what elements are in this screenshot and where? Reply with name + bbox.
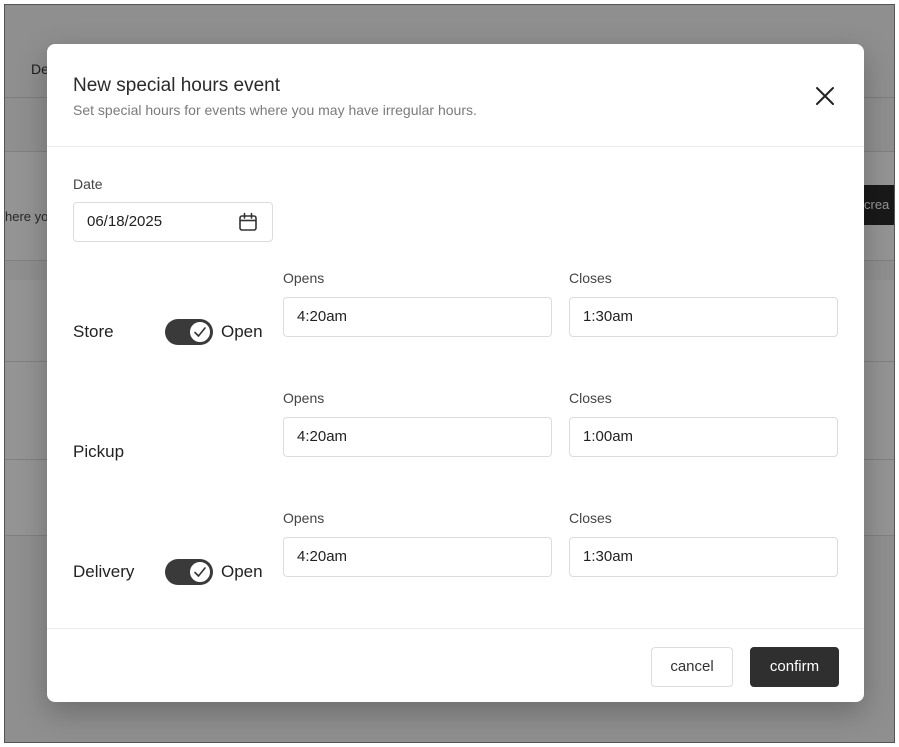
store-closes-input[interactable]: 1:30am [569,297,838,337]
toggle-knob [189,561,211,583]
date-label: Date [73,176,103,192]
store-open-toggle[interactable] [165,319,213,345]
date-value: 06/18/2025 [87,213,163,230]
delivery-label: Delivery [73,562,135,581]
delivery-closes-label: Closes [569,510,612,526]
close-button[interactable] [811,82,839,110]
modal-header: New special hours event Set special hour… [47,44,864,147]
delivery-opens-input[interactable]: 4:20am [283,537,552,577]
app-frame: De here yo crea New special hours event … [4,4,895,743]
toggle-knob [189,321,211,343]
pickup-closes-input[interactable]: 1:00am [569,417,838,457]
store-label: Store [73,322,114,341]
cancel-button[interactable]: cancel [651,647,733,687]
date-input[interactable]: 06/18/2025 [73,202,273,242]
check-icon [194,567,206,577]
calendar-icon[interactable] [238,212,258,232]
delivery-toggle-text: Open [221,562,263,581]
modal-title: New special hours event [73,75,280,96]
pickup-closes-label: Closes [569,390,612,406]
modal-footer: cancel confirm [47,628,864,702]
store-closes-label: Closes [569,270,612,286]
special-hours-modal: New special hours event Set special hour… [47,44,864,702]
delivery-open-toggle[interactable] [165,559,213,585]
store-toggle-text: Open [221,322,263,341]
delivery-opens-label: Opens [283,510,325,526]
pickup-opens-label: Opens [283,390,325,406]
confirm-button[interactable]: confirm [750,647,839,687]
pickup-label: Pickup [73,442,125,461]
pickup-opens-input[interactable]: 4:20am [283,417,552,457]
close-icon [816,87,834,105]
modal-subtitle: Set special hours for events where you m… [73,102,477,118]
store-opens-label: Opens [283,270,325,286]
check-icon [194,327,206,337]
delivery-closes-input[interactable]: 1:30am [569,537,838,577]
store-opens-input[interactable]: 4:20am [283,297,552,337]
